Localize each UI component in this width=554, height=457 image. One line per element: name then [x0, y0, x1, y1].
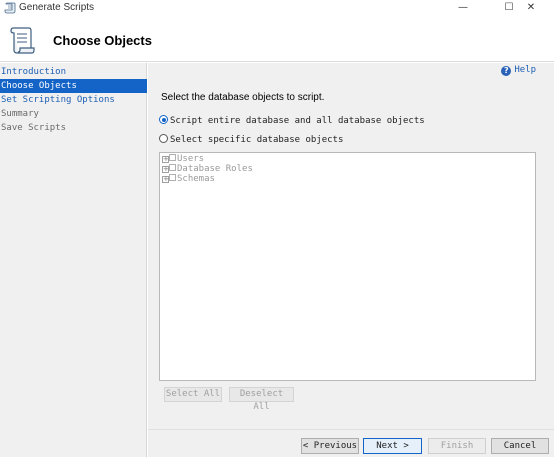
- option-specific-objects[interactable]: Select specific database objects: [159, 134, 343, 146]
- tree-node-label: Schemas: [177, 174, 215, 184]
- instruction-text: Select the database objects to script.: [161, 92, 325, 103]
- cancel-button[interactable]: Cancel: [491, 438, 549, 454]
- page-title: Choose Objects: [53, 33, 152, 48]
- radio-selected[interactable]: [159, 115, 168, 124]
- next-button[interactable]: Next >: [363, 438, 422, 454]
- scroll-icon: [4, 2, 16, 14]
- select-all-button: Select All: [164, 387, 222, 402]
- sidebar-item-choose-objects[interactable]: Choose Objects: [0, 79, 147, 93]
- option-label: Select specific database objects: [170, 135, 344, 145]
- help-icon: ?: [501, 66, 512, 76]
- tree-node-database-roles: + Database Roles: [162, 164, 253, 174]
- tree-node-schemas: + Schemas: [162, 174, 253, 184]
- option-label: Script entire database and all database …: [170, 116, 425, 126]
- tree-node-users: + Users: [162, 154, 253, 164]
- checkbox: [169, 154, 176, 161]
- page-header: Choose Objects: [0, 16, 554, 62]
- title-bar: Generate Scripts — ☐ ✕: [0, 0, 554, 16]
- sidebar: Introduction Choose Objects Set Scriptin…: [0, 63, 147, 457]
- finish-button: Finish: [428, 438, 486, 454]
- sidebar-item-introduction[interactable]: Introduction: [0, 65, 147, 79]
- radio-unselected[interactable]: [159, 134, 168, 143]
- expand-icon: +: [162, 175, 169, 183]
- scroll-icon: [10, 27, 35, 54]
- sidebar-item-save-scripts: Save Scripts: [1, 123, 67, 133]
- close-button[interactable]: ✕: [508, 0, 554, 16]
- tree-node-label: Users: [177, 154, 205, 164]
- expand-icon: +: [162, 155, 169, 163]
- sidebar-item-summary: Summary: [1, 109, 39, 119]
- minimize-button[interactable]: —: [440, 0, 486, 16]
- previous-button[interactable]: < Previous: [301, 438, 359, 454]
- footer-divider: [148, 429, 554, 430]
- main-panel: ? Help Select the database objects to scr…: [148, 63, 554, 457]
- checkbox: [169, 174, 176, 181]
- sidebar-item-set-scripting-options[interactable]: Set Scripting Options: [0, 93, 147, 107]
- option-entire-database[interactable]: Script entire database and all database …: [159, 115, 425, 127]
- help-link[interactable]: ? Help: [501, 65, 536, 79]
- deselect-all-button: Deselect All: [229, 387, 294, 412]
- checkbox: [169, 164, 176, 171]
- expand-icon: +: [162, 165, 169, 173]
- object-tree: + Users + Database Roles + Schemas: [159, 152, 536, 381]
- tree-node-label: Database Roles: [177, 164, 253, 174]
- help-label: Help: [514, 65, 536, 75]
- window-title: Generate Scripts: [19, 2, 95, 13]
